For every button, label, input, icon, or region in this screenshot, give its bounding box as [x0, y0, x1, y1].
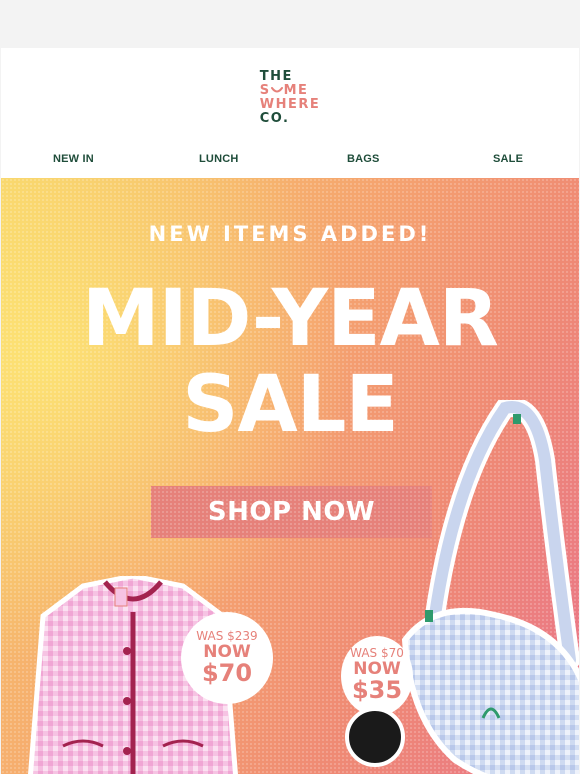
logo-line-2: S ME	[259, 83, 309, 98]
logo-line-1: THE	[259, 69, 293, 84]
price-badge-jacket: WAS $239 NOW $70	[181, 612, 273, 704]
nav-new-in[interactable]: NEW IN	[53, 153, 94, 165]
main-nav: NEW IN LUNCH BAGS SALE	[1, 150, 579, 170]
brand-logo[interactable]: THE S ME WHERE CO.	[1, 70, 579, 127]
hero-banner[interactable]: NEW ITEMS ADDED! MID-YEAR SALE SHOP NOW	[1, 178, 579, 774]
nav-sale[interactable]: SALE	[493, 153, 523, 165]
top-bar	[0, 0, 580, 48]
email-body: THE S ME WHERE CO. NEW IN LUNCH BAGS SALE…	[1, 48, 579, 774]
was-price: WAS $239	[196, 629, 258, 643]
smile-icon	[270, 87, 283, 93]
shop-now-button[interactable]: SHOP NOW	[151, 486, 432, 538]
headline-line-1: MID-YEAR	[82, 274, 499, 364]
price-badge-bag: WAS $70 NOW $35	[341, 636, 413, 716]
sale-price: $35	[351, 676, 403, 704]
nav-lunch[interactable]: LUNCH	[199, 153, 239, 165]
nav-bags[interactable]: BAGS	[347, 153, 380, 165]
sticker-icon	[345, 707, 405, 767]
was-price: WAS $70	[350, 646, 404, 660]
bag-image[interactable]	[395, 400, 579, 774]
logo-line-3: WHERE	[259, 97, 321, 112]
logo-line-4: CO.	[259, 111, 290, 126]
hero-kicker: NEW ITEMS ADDED!	[148, 222, 432, 246]
sale-price: $70	[201, 659, 253, 687]
